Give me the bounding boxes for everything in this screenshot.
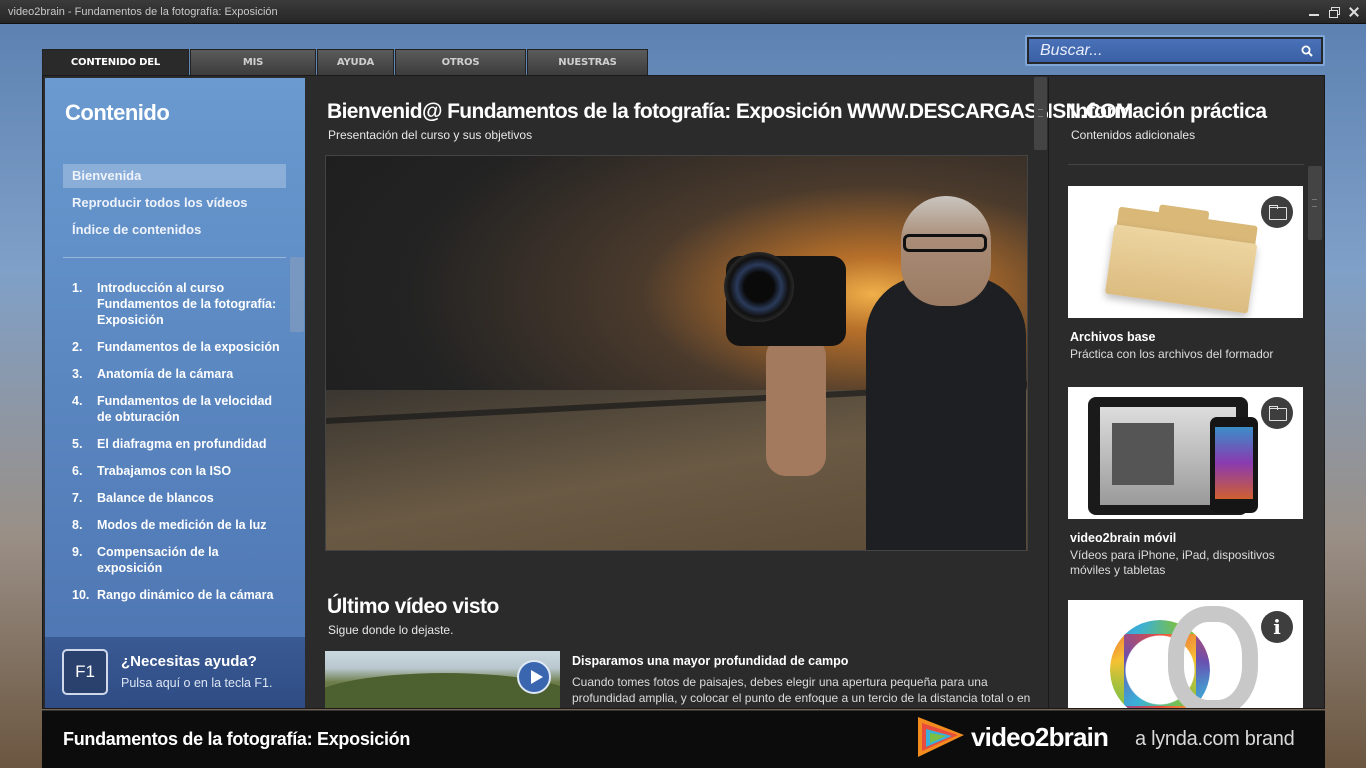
tab-ayuda[interactable]: AYUDA [317, 49, 394, 75]
card-movil-image[interactable] [1068, 387, 1303, 519]
chapter-list: 1. Introducción al curso Fundamentos de l… [72, 280, 287, 636]
sidebar-item-bienvenida[interactable]: Bienvenida [63, 164, 286, 188]
card-archivos-base-image[interactable] [1068, 186, 1303, 318]
help-panel[interactable]: F1 ¿Necesitas ayuda? Pulsa aquí o en la … [45, 637, 305, 708]
help-subtitle: Pulsa aquí o en la tecla F1. [121, 676, 273, 690]
chapter-item[interactable]: 4. Fundamentos de la velocidad de obturac… [72, 393, 287, 425]
chapter-item[interactable]: 6. Trabajamos con la ISO [72, 463, 287, 479]
chapter-item[interactable]: 7. Balance de blancos [72, 490, 287, 506]
help-title: ¿Necesitas ayuda? [121, 653, 257, 670]
info-scrollbar[interactable] [1308, 166, 1322, 240]
logo-brand: a lynda.com brand [1135, 728, 1295, 750]
chapter-item[interactable]: 10. Rango dinámico de la cámara [72, 587, 287, 603]
hero-person [866, 276, 1026, 550]
last-video-title[interactable]: Disparamos una mayor profundidad de camp… [572, 654, 848, 668]
play-icon[interactable] [517, 660, 551, 694]
hero-hand [766, 336, 826, 476]
last-video-description: Cuando tomes fotos de paisajes, debes el… [572, 675, 1031, 708]
main-tabs: CONTENIDO DEL CURSO MIS MARCADORES AYUDA… [42, 49, 649, 94]
card-archivos-base-description: Práctica con los archivos del formador [1070, 347, 1274, 361]
folder-icon[interactable] [1261, 397, 1293, 429]
silver-ring-illustration [1168, 606, 1258, 708]
chapter-item[interactable]: 2. Fundamentos de la exposición [72, 339, 287, 355]
last-video-subheading: Sigue donde lo dejaste. [328, 623, 454, 637]
window-title: video2brain - Fundamentos de la fotograf… [8, 6, 278, 18]
chapter-item[interactable]: 5. El diafragma en profundidad [72, 436, 287, 452]
sidebar-divider [63, 257, 286, 258]
chapter-label: Introducción al curso Fundamentos de la … [97, 281, 277, 327]
sidebar-item-indice[interactable]: Índice de contenidos [63, 218, 286, 242]
tab-mis-marcadores[interactable]: MIS MARCADORES [190, 49, 316, 94]
chapter-label: Trabajamos con la ISO [97, 464, 232, 478]
restore-icon[interactable] [1328, 6, 1340, 18]
page-subtitle: Presentación del curso y sus objetivos [328, 128, 533, 142]
sidebar-nav: Bienvenida Reproducir todos los vídeos Í… [63, 164, 286, 245]
info-title: Información práctica [1070, 100, 1267, 123]
chapter-item[interactable]: 3. Anatomía de la cámara [72, 366, 287, 382]
close-icon[interactable] [1348, 6, 1360, 18]
chapter-item[interactable]: 9. Compensación de la exposición [72, 544, 287, 576]
tab-nuestras-webs[interactable]: NUESTRAS WEBS [527, 49, 648, 94]
folder-icon[interactable] [1261, 196, 1293, 228]
card-movil-description: Vídeos para iPhone, iPad, dispositivos m… [1070, 548, 1275, 577]
chapter-label: Compensación de la exposición [97, 545, 219, 575]
info-icon[interactable]: i [1261, 611, 1293, 643]
card-archivos-base-title[interactable]: Archivos base [1070, 330, 1155, 344]
sidebar-scrollbar[interactable] [290, 257, 304, 332]
chapter-label: Modos de medición de la luz [97, 518, 267, 532]
info-subtitle: Contenidos adicionales [1071, 128, 1196, 142]
chapter-label: El diafragma en profundidad [97, 437, 267, 451]
window-title-bar: video2brain - Fundamentos de la fotograf… [0, 0, 1366, 24]
video2brain-logo-icon [918, 717, 964, 757]
f1-key-icon: F1 [62, 649, 108, 695]
chapter-label: Balance de blancos [97, 491, 214, 505]
column-divider [1048, 77, 1049, 708]
logo-name: video2brain [971, 722, 1109, 752]
sidebar-title: Contenido [65, 100, 170, 125]
folder-illustration [1104, 199, 1259, 314]
chapter-item[interactable]: 8. Modos de medición de la luz [72, 517, 287, 533]
phone-illustration [1210, 417, 1258, 513]
chapter-item[interactable]: 1. Introducción al curso Fundamentos de l… [72, 280, 287, 328]
card-movil-title[interactable]: video2brain móvil [1070, 531, 1176, 545]
chapter-label: Fundamentos de la exposición [97, 340, 280, 354]
hero-lens [724, 252, 794, 322]
sidebar: Contenido Bienvenida Reproducir todos lo… [45, 78, 305, 708]
chapter-label: Anatomía de la cámara [97, 367, 234, 381]
card-rings-image[interactable]: i [1068, 600, 1303, 708]
last-video-heading: Último vídeo visto [327, 595, 499, 618]
minimize-icon[interactable] [1308, 6, 1320, 18]
tab-otros-productos[interactable]: OTROS PRODUCTOS [395, 49, 526, 94]
tab-contenido-del-curso[interactable]: CONTENIDO DEL CURSO [42, 49, 189, 94]
chapter-label: Fundamentos de la velocidad de obturació… [97, 394, 273, 424]
chapter-label: Rango dinámico de la cámara [97, 588, 274, 602]
search-input[interactable] [1029, 39, 1321, 62]
search-box [1025, 35, 1325, 66]
page-title: Bienvenid@ Fundamentos de la fotografía:… [327, 100, 1133, 123]
footer-course-title: Fundamentos de la fotografía: Exposición [63, 729, 411, 749]
intro-video[interactable] [325, 155, 1028, 551]
window-controls [1308, 0, 1360, 24]
sidebar-item-reproducir-todos[interactable]: Reproducir todos los vídeos [63, 191, 286, 215]
info-divider [1068, 164, 1304, 165]
hero-glasses [903, 234, 987, 252]
search-icon[interactable] [1301, 45, 1313, 57]
main-scrollbar[interactable] [1034, 77, 1047, 150]
